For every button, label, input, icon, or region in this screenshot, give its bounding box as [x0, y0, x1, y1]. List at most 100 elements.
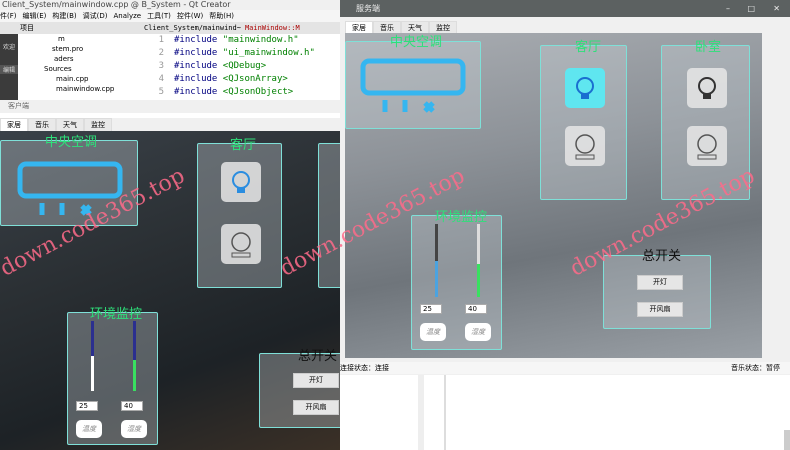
- code-line: 1 #include "mainwindow.h": [140, 34, 340, 47]
- tab-weather[interactable]: 天气: [56, 118, 84, 131]
- connection-status: 连接状态：连接: [340, 364, 389, 372]
- menu-item[interactable]: 件(F): [0, 10, 17, 22]
- env-title: 环境监控: [435, 210, 488, 225]
- fan-icon[interactable]: [565, 126, 605, 166]
- mode-edit[interactable]: 编辑: [0, 65, 18, 74]
- music-status: 音乐状态：暂停: [731, 364, 780, 372]
- minimize-button[interactable]: –: [726, 0, 730, 17]
- function-combo[interactable]: MainWindow::M: [245, 22, 300, 34]
- humid-button[interactable]: 湿度: [465, 323, 491, 341]
- temp-spinbox[interactable]: 25: [76, 401, 98, 411]
- code-include-target: "mainwindow.h": [222, 35, 299, 45]
- code-editor[interactable]: 1 #include "mainwindow.h" 2 #include "ui_ma…: [140, 34, 340, 100]
- close-button[interactable]: ✕: [773, 0, 780, 17]
- code-keyword: #include: [174, 35, 218, 45]
- menu-item[interactable]: 调试(D): [83, 10, 108, 22]
- editor-toolbar: 项目 Client_System/mainwind~ MainWindow::M: [0, 22, 340, 34]
- line-number: 5: [158, 87, 164, 97]
- light-on-button[interactable]: 开灯: [637, 275, 683, 290]
- line-number: 1: [158, 35, 164, 45]
- tree-item[interactable]: m: [34, 34, 140, 44]
- mode-sidebar: 欢迎 编辑: [0, 34, 18, 100]
- code-include-target: "ui_mainwindow.h": [222, 48, 315, 58]
- menu-bar: 件(F) 编辑(E) 构建(B) 调试(D) Analyze 工具(T) 控件(W) 帮助(H…: [0, 10, 340, 22]
- light-bulb-icon[interactable]: [687, 68, 727, 108]
- temp-slider-track[interactable]: [435, 224, 438, 297]
- tab-home[interactable]: 家居: [345, 21, 373, 33]
- master-switch-title: 总开关: [642, 249, 682, 264]
- humid-spinbox[interactable]: 40: [465, 304, 487, 314]
- menu-item[interactable]: Analyze: [114, 10, 142, 22]
- tab-weather[interactable]: 天气: [401, 21, 429, 33]
- tree-item[interactable]: main.cpp: [34, 74, 140, 84]
- fan-icon[interactable]: [687, 126, 727, 166]
- humid-slider-track[interactable]: [133, 321, 136, 391]
- code-keyword: #include: [174, 61, 218, 71]
- status-bar: 连接状态：连接 音乐状态：暂停: [340, 362, 790, 374]
- menu-item[interactable]: 构建(B): [52, 10, 76, 22]
- fan-on-button[interactable]: 开风扇: [293, 400, 339, 415]
- mode-welcome[interactable]: 欢迎: [0, 42, 18, 51]
- client-tabs: 家居 音乐 天气 监控: [0, 118, 340, 131]
- code-line: 5 #include <QJsonObject>: [140, 86, 340, 99]
- tree-item[interactable]: Sources: [34, 64, 140, 74]
- light-bulb-icon[interactable]: [221, 162, 261, 202]
- project-tree: m stem.pro aders Sources main.cpp mainwi…: [18, 34, 140, 100]
- tab-home[interactable]: 家居: [0, 118, 28, 131]
- background-editor-area: [418, 375, 790, 450]
- ac-title: 中央空调: [45, 135, 98, 150]
- humid-button[interactable]: 湿度: [121, 420, 147, 438]
- tree-item[interactable]: mainwindow.cpp: [34, 84, 140, 94]
- humid-spinbox[interactable]: 40: [121, 401, 143, 411]
- ac-title: 中央空调: [390, 35, 443, 50]
- maximize-button[interactable]: □: [747, 0, 755, 17]
- living-room-title: 客厅: [575, 40, 602, 55]
- menu-item[interactable]: 控件(W): [177, 10, 203, 22]
- temp-slider-track[interactable]: [91, 321, 94, 391]
- tree-item[interactable]: aders: [34, 54, 140, 64]
- code-line: 2 #include "ui_mainwindow.h": [140, 47, 340, 60]
- tab-monitor[interactable]: 监控: [429, 21, 457, 33]
- code-keyword: #include: [174, 87, 218, 97]
- temp-button[interactable]: 温度: [420, 323, 446, 341]
- fan-icon[interactable]: [221, 224, 261, 264]
- menu-item[interactable]: 帮助(H): [209, 10, 234, 22]
- code-include-target: <QJsonObject>: [222, 87, 294, 97]
- line-number: 2: [158, 48, 164, 58]
- bedroom-title: 卧室: [695, 40, 722, 55]
- env-panel: 25 40 温度 湿度: [411, 215, 502, 350]
- menu-item[interactable]: 编辑(E): [23, 10, 47, 22]
- line-number: 4: [158, 74, 164, 84]
- tab-music[interactable]: 音乐: [28, 118, 56, 131]
- temp-spinbox[interactable]: 25: [420, 304, 442, 314]
- master-switch-title: 总开关: [298, 349, 338, 364]
- code-include-target: <QJsonArray>: [222, 74, 288, 84]
- living-room-title: 客厅: [230, 138, 257, 153]
- scrollbar[interactable]: [784, 430, 790, 450]
- menu-item[interactable]: 工具(T): [147, 10, 171, 22]
- temp-button[interactable]: 温度: [76, 420, 102, 438]
- server-title-text: 服务端: [356, 4, 380, 13]
- code-include-target: <QDebug>: [222, 61, 267, 71]
- server-tabs: 家居 音乐 天气 监控: [345, 21, 457, 33]
- server-window-title: 服务端 – □ ✕: [340, 0, 790, 17]
- line-number: 3: [158, 61, 164, 71]
- tab-music[interactable]: 音乐: [373, 21, 401, 33]
- client-window-title: 客户端: [0, 100, 340, 113]
- air-conditioner-icon[interactable]: [360, 58, 466, 116]
- open-file-combo[interactable]: Client_System/mainwind~: [144, 22, 241, 34]
- master-switch-panel: 开灯 开风扇: [603, 255, 711, 329]
- ac-panel: [345, 41, 481, 129]
- fan-on-button[interactable]: 开风扇: [637, 302, 683, 317]
- project-label: 项目: [20, 24, 34, 32]
- tree-item[interactable]: stem.pro: [34, 44, 140, 54]
- light-bulb-icon[interactable]: [565, 68, 605, 108]
- code-line: 4 #include <QJsonArray>: [140, 73, 340, 86]
- humid-slider-track[interactable]: [477, 224, 480, 297]
- code-keyword: #include: [174, 74, 218, 84]
- light-on-button[interactable]: 开灯: [293, 373, 339, 388]
- tab-monitor[interactable]: 监控: [84, 118, 112, 131]
- code-line: 3 #include <QDebug>: [140, 60, 340, 73]
- code-keyword: #include: [174, 48, 218, 58]
- living-room-panel: [197, 143, 282, 288]
